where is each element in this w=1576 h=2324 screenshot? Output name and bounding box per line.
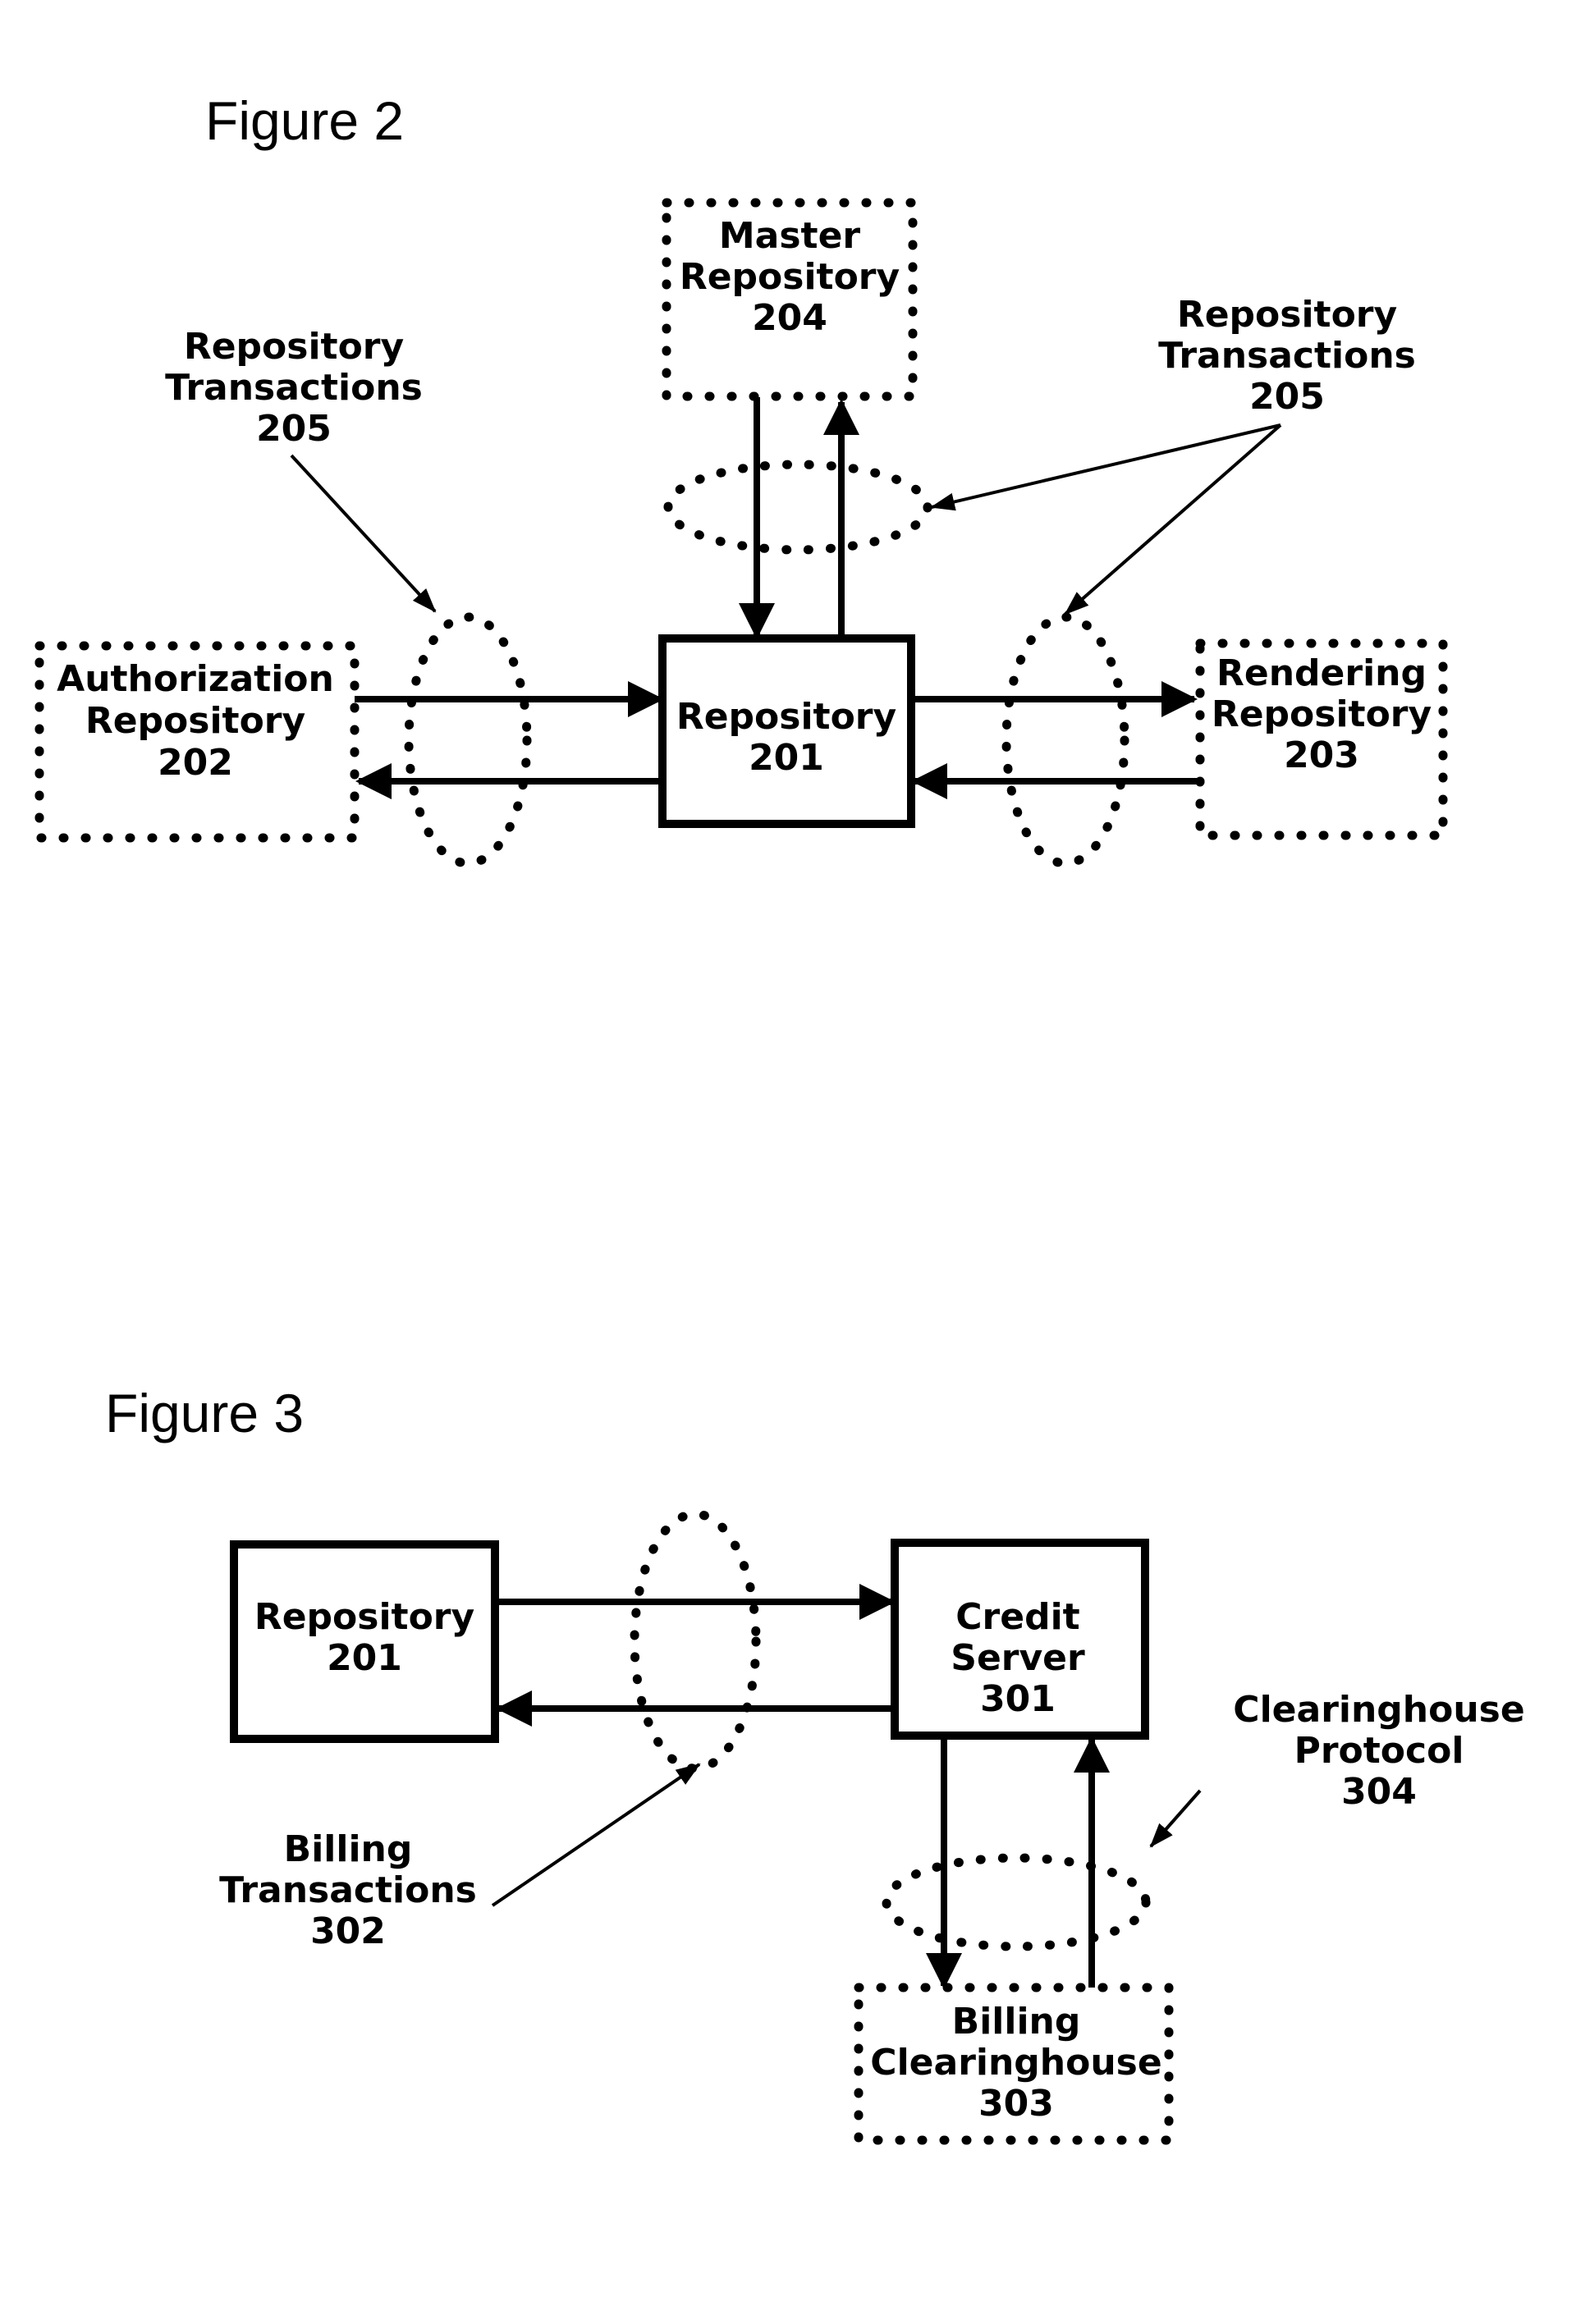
figure-2-title: Figure 2	[205, 90, 404, 151]
callout-protocol-line1: Clearinghouse	[1233, 1689, 1524, 1731]
callout-protocol-pointer	[1149, 1789, 1202, 1848]
rendering-repository-line2: Repository	[1212, 693, 1432, 735]
callout-left-pointer	[290, 454, 437, 613]
rendering-repository-203: Rendering Repository 203	[1195, 638, 1448, 840]
callout-clearinghouse-protocol: Clearinghouse Protocol 304	[1149, 1689, 1525, 1848]
repository-201-line1: Repository	[676, 696, 896, 738]
callout-left-line1: Repository	[184, 326, 404, 368]
fig3-repository-line2: 201	[327, 1637, 402, 1679]
authorization-repository-line3: 202	[158, 742, 233, 784]
callout-protocol-line2: Protocol	[1294, 1730, 1464, 1772]
credit-server-301: Credit Server 301	[891, 1539, 1149, 1740]
callout-protocol-line3: 304	[1341, 1771, 1417, 1813]
callout-repository-transactions-right: Repository Transactions 205	[930, 294, 1416, 615]
authorization-repository-line1: Authorization	[57, 658, 334, 700]
repository-201: Repository 201	[658, 634, 915, 828]
master-repository-line3: 204	[752, 297, 827, 339]
clearinghouse-protocol-ellipse	[882, 1853, 1151, 1951]
callout-right-line3: 205	[1249, 376, 1325, 418]
billing-transactions-ellipse	[630, 1509, 761, 1773]
master-repository-line2: Repository	[680, 256, 900, 298]
callout-billing-line3: 302	[310, 1910, 386, 1952]
rendering-repository-line1: Rendering	[1216, 652, 1427, 694]
credit-server-line1: Credit	[955, 1596, 1079, 1638]
figure-3: Figure 3 Repository 201 Credit Server 30…	[105, 1383, 1525, 2145]
callout-billing-pointer	[491, 1763, 701, 1907]
master-repository-line1: Master	[719, 215, 861, 257]
fig3-repository-201: Repository 201	[230, 1540, 499, 1743]
callout-right-pointer-top	[930, 423, 1281, 511]
credit-server-line3: 301	[980, 1678, 1056, 1720]
authorization-repository-202: Authorization Repository 202	[34, 641, 360, 843]
patent-figures: Figure 2 Master Repository 204 Repositor…	[34, 90, 1525, 2145]
callout-left-line2: Transactions	[165, 367, 423, 409]
authorization-repository-line2: Repository	[85, 700, 305, 742]
callout-billing-line2: Transactions	[219, 1869, 477, 1911]
callout-billing-transactions: Billing Transactions 302	[219, 1763, 701, 1952]
callout-left-line3: 205	[256, 408, 332, 450]
billing-clearinghouse-303: Billing Clearinghouse 303	[854, 1983, 1174, 2145]
callout-repository-transactions-left: Repository Transactions 205	[165, 326, 437, 613]
fig3-repository-line1: Repository	[254, 1596, 474, 1638]
master-repository-204: Master Repository 204	[662, 198, 918, 401]
rendering-repository-line3: 203	[1284, 734, 1359, 776]
figure-2: Figure 2 Master Repository 204 Repositor…	[34, 90, 1448, 868]
billing-clearinghouse-line2: Clearinghouse	[870, 2042, 1161, 2084]
callout-right-line2: Transactions	[1158, 335, 1416, 377]
callout-right-pointer-bottom	[1064, 423, 1282, 615]
billing-clearinghouse-line1: Billing	[952, 2001, 1081, 2043]
transactions-ellipse-top	[663, 460, 932, 555]
transactions-ellipse-right	[1001, 612, 1129, 868]
callout-right-line1: Repository	[1177, 294, 1397, 336]
figure-3-title: Figure 3	[105, 1383, 304, 1443]
billing-clearinghouse-line3: 303	[978, 2083, 1054, 2125]
transactions-ellipse-left	[404, 612, 532, 868]
credit-server-line2: Server	[951, 1637, 1085, 1679]
callout-billing-line1: Billing	[284, 1828, 413, 1870]
repository-201-line2: 201	[749, 737, 824, 779]
